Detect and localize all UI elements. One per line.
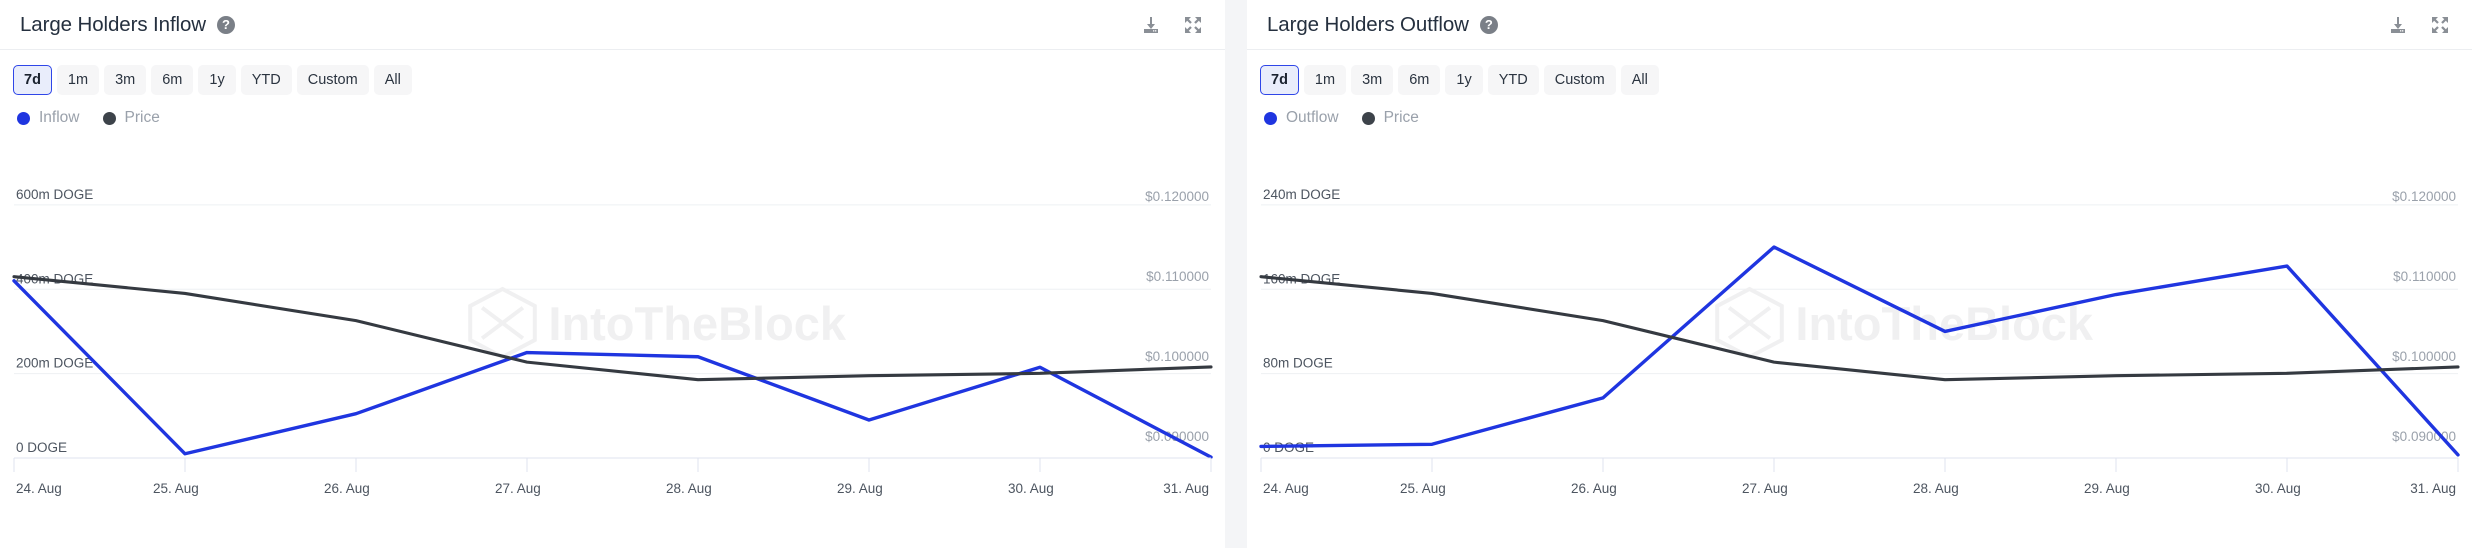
watermark: IntoTheBlock xyxy=(1717,289,2094,357)
legend-dot-icon xyxy=(1264,112,1277,125)
download-icon[interactable] xyxy=(1141,15,1161,35)
x-axis-tick-label: 25. Aug xyxy=(153,481,199,496)
y-axis-right-tick-label: $0.120000 xyxy=(1145,189,1209,204)
legend-dot-icon xyxy=(103,112,116,125)
chart-legend-inflow: Inflow Price xyxy=(0,96,1225,130)
time-range-selector-inflow: 7d 1m 3m 6m 1y YTD Custom All xyxy=(0,50,1225,96)
header-actions xyxy=(1141,15,1203,35)
x-axis-tick-label: 31. Aug xyxy=(2410,481,2456,496)
legend-label: Inflow xyxy=(39,109,80,127)
legend-dot-icon xyxy=(1362,112,1375,125)
chart-panel-inflow: Large Holders Inflow ? 7d 1m 3m 6m 1y YT… xyxy=(0,0,1225,548)
range-button-custom[interactable]: Custom xyxy=(297,65,369,95)
x-axis-tick-label: 31. Aug xyxy=(1163,481,1209,496)
range-button-1m[interactable]: 1m xyxy=(1304,65,1346,95)
chart-panel-outflow: Large Holders Outflow ? 7d 1m 3m 6m 1y Y… xyxy=(1247,0,2472,548)
x-axis-tick-label: 28. Aug xyxy=(666,481,712,496)
page-title: Large Holders Outflow xyxy=(1267,13,1469,37)
panel-divider xyxy=(1225,0,1247,548)
header-actions xyxy=(2388,15,2450,35)
chart-legend-outflow: Outflow Price xyxy=(1247,96,2472,130)
expand-icon[interactable] xyxy=(2430,15,2450,35)
range-button-1m[interactable]: 1m xyxy=(57,65,99,95)
range-button-6m[interactable]: 6m xyxy=(1398,65,1440,95)
legend-item-price[interactable]: Price xyxy=(1362,109,1419,127)
chart-plot-inflow[interactable]: 0 DOGE$0.090000200m DOGE$0.100000400m DO… xyxy=(0,130,1225,548)
y-axis-left-tick-label: 200m DOGE xyxy=(16,356,93,371)
range-button-7d[interactable]: 7d xyxy=(1260,65,1299,95)
range-button-3m[interactable]: 3m xyxy=(1351,65,1393,95)
legend-label: Outflow xyxy=(1286,109,1339,127)
legend-item-price[interactable]: Price xyxy=(103,109,160,127)
range-button-7d[interactable]: 7d xyxy=(13,65,52,95)
dashboard-root: Large Holders Inflow ? 7d 1m 3m 6m 1y YT… xyxy=(0,0,2472,548)
y-axis-left-tick-label: 80m DOGE xyxy=(1263,356,1333,371)
y-axis-right-tick-label: $0.110000 xyxy=(1146,269,1209,284)
question-mark-circle-icon[interactable]: ? xyxy=(1480,16,1498,34)
x-axis-tick-label: 26. Aug xyxy=(1571,481,1617,496)
legend-dot-icon xyxy=(17,112,30,125)
legend-item-outflow[interactable]: Outflow xyxy=(1264,109,1339,127)
download-icon[interactable] xyxy=(2388,15,2408,35)
x-axis-tick-label: 28. Aug xyxy=(1913,481,1959,496)
range-button-1y[interactable]: 1y xyxy=(1445,65,1482,95)
question-mark-circle-icon[interactable]: ? xyxy=(217,16,235,34)
range-button-3m[interactable]: 3m xyxy=(104,65,146,95)
panel-header: Large Holders Outflow ? xyxy=(1247,0,2472,50)
time-range-selector-outflow: 7d 1m 3m 6m 1y YTD Custom All xyxy=(1247,50,2472,96)
y-axis-right-tick-label: $0.100000 xyxy=(2392,349,2456,364)
series-line-outflow xyxy=(1261,247,2458,455)
x-axis-tick-label: 27. Aug xyxy=(1742,481,1788,496)
y-axis-right-tick-label: $0.100000 xyxy=(1145,349,1209,364)
panel-header: Large Holders Inflow ? xyxy=(0,0,1225,50)
page-title: Large Holders Inflow xyxy=(20,13,206,37)
chart-plot-outflow[interactable]: 0 DOGE$0.09000080m DOGE$0.100000160m DOG… xyxy=(1247,130,2472,548)
y-axis-right-tick-label: $0.110000 xyxy=(2393,269,2456,284)
y-axis-right-tick-label: $0.120000 xyxy=(2392,189,2456,204)
svg-text:IntoTheBlock: IntoTheBlock xyxy=(1795,297,2094,350)
expand-icon[interactable] xyxy=(1183,15,1203,35)
range-button-ytd[interactable]: YTD xyxy=(1488,65,1539,95)
y-axis-right-tick-label: $0.090000 xyxy=(1145,429,1209,444)
legend-item-inflow[interactable]: Inflow xyxy=(17,109,80,127)
x-axis-tick-label: 29. Aug xyxy=(2084,481,2130,496)
range-button-custom[interactable]: Custom xyxy=(1544,65,1616,95)
range-button-ytd[interactable]: YTD xyxy=(241,65,292,95)
chart-svg: 0 DOGE$0.09000080m DOGE$0.100000160m DOG… xyxy=(1247,130,2472,548)
chart-svg: 0 DOGE$0.090000200m DOGE$0.100000400m DO… xyxy=(0,130,1225,548)
x-axis-tick-label: 29. Aug xyxy=(837,481,883,496)
x-axis-tick-label: 27. Aug xyxy=(495,481,541,496)
y-axis-left-tick-label: 600m DOGE xyxy=(16,187,93,202)
x-axis-tick-label: 30. Aug xyxy=(1008,481,1054,496)
range-button-all[interactable]: All xyxy=(374,65,412,95)
y-axis-left-tick-label: 240m DOGE xyxy=(1263,187,1340,202)
svg-text:IntoTheBlock: IntoTheBlock xyxy=(548,297,847,350)
x-axis-tick-label: 26. Aug xyxy=(324,481,370,496)
x-axis-tick-label: 25. Aug xyxy=(1400,481,1446,496)
x-axis-tick-label: 30. Aug xyxy=(2255,481,2301,496)
range-button-6m[interactable]: 6m xyxy=(151,65,193,95)
y-axis-left-tick-label: 0 DOGE xyxy=(16,440,67,455)
range-button-all[interactable]: All xyxy=(1621,65,1659,95)
legend-label: Price xyxy=(125,109,160,127)
x-axis-tick-label: 24. Aug xyxy=(16,481,62,496)
x-axis-tick-label: 24. Aug xyxy=(1263,481,1309,496)
watermark: IntoTheBlock xyxy=(470,289,847,357)
range-button-1y[interactable]: 1y xyxy=(198,65,235,95)
legend-label: Price xyxy=(1384,109,1419,127)
